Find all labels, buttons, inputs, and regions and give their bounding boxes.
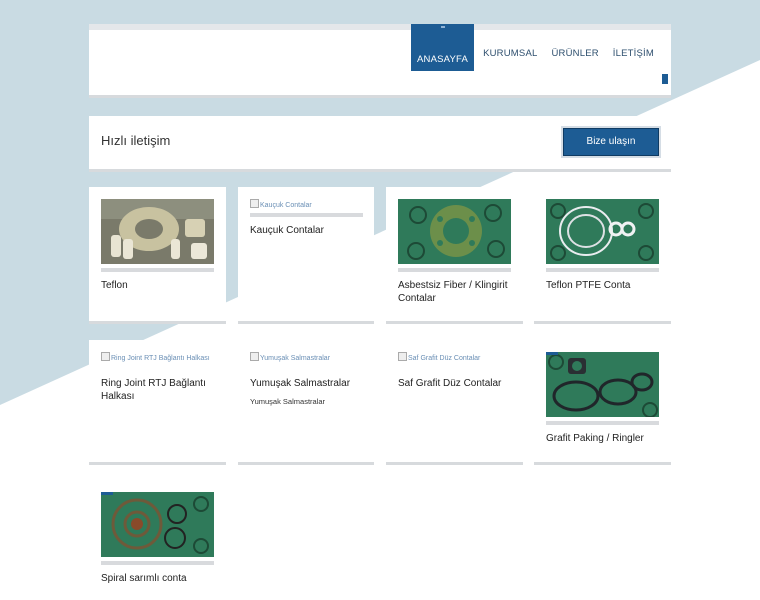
ptfe-gaskets-photo <box>546 199 659 264</box>
graphite-rings-photo <box>546 352 659 417</box>
side-tab-icon[interactable] <box>662 74 668 84</box>
product-subtitle: Yumuşak Salmastralar <box>250 397 326 406</box>
active-caret-icon <box>440 26 445 28</box>
card-divider <box>250 213 363 217</box>
teflon-gaskets-photo <box>101 199 214 264</box>
product-title[interactable]: Teflon PTFE Conta <box>546 279 666 292</box>
card-divider <box>101 268 214 272</box>
product-card[interactable]: Teflon PTFE Conta <box>534 187 671 324</box>
card-divider <box>398 268 511 272</box>
nav-label: İLETİŞİM <box>612 48 654 59</box>
fiber-gaskets-photo <box>398 199 511 264</box>
quick-contact-bar: Hızlı iletişim Bize ulaşın <box>89 116 671 172</box>
main-nav: ANASAYFA KURUMSAL ÜRÜNLER İLETİŞİM <box>411 24 661 71</box>
nav-item-iletisim[interactable]: İLETİŞİM <box>606 30 661 78</box>
product-card[interactable]: Yumuşak Salmastralar Yumuşak Salmastrala… <box>238 340 374 465</box>
product-card[interactable]: Ring Joint RTJ Bağlantı Halkası Ring Joi… <box>89 340 226 465</box>
broken-image-icon: Saf Grafit Düz Contalar <box>398 352 511 362</box>
product-card[interactable]: Kauçuk Contalar Kauçuk Contalar <box>238 187 374 324</box>
broken-image-icon: Ring Joint RTJ Bağlantı Halkası <box>101 352 214 362</box>
product-title[interactable]: Asbestsiz Fiber / Klingirit Contalar <box>398 279 518 305</box>
nav-item-anasayfa[interactable]: ANASAYFA <box>411 24 475 71</box>
product-title[interactable]: Spiral sarımlı conta <box>101 572 221 585</box>
card-divider <box>546 421 659 425</box>
product-card[interactable]: Spiral sarımlı conta <box>89 480 226 600</box>
broken-image-icon: Kauçuk Contalar <box>250 199 363 209</box>
product-card[interactable]: Saf Grafit Düz Contalar Saf Grafit Düz C… <box>386 340 523 465</box>
product-title[interactable]: Saf Grafit Düz Contalar <box>398 377 518 390</box>
product-title[interactable]: Teflon <box>101 279 221 292</box>
broken-image-icon: Yumuşak Salmastralar <box>250 352 363 362</box>
product-title[interactable]: Kauçuk Contalar <box>250 224 370 237</box>
nav-label: KURUMSAL <box>483 48 538 59</box>
product-card[interactable]: Grafit Paking / Ringler <box>534 340 671 465</box>
nav-label: ANASAYFA <box>417 54 469 65</box>
card-divider <box>101 561 214 565</box>
spiral-gaskets-photo <box>101 492 214 557</box>
product-title[interactable]: Yumuşak Salmastralar <box>250 377 370 390</box>
nav-item-kurumsal[interactable]: KURUMSAL <box>476 30 544 78</box>
nav-label: ÜRÜNLER <box>551 48 599 59</box>
quick-contact-title: Hızlı iletişim <box>101 133 171 148</box>
site-header: ANASAYFA KURUMSAL ÜRÜNLER İLETİŞİM <box>89 24 671 98</box>
product-title[interactable]: Grafit Paking / Ringler <box>546 432 666 445</box>
nav-item-urunler[interactable]: ÜRÜNLER <box>544 30 605 78</box>
contact-us-button[interactable]: Bize ulaşın <box>563 128 659 156</box>
card-divider <box>546 268 659 272</box>
product-card[interactable]: Asbestsiz Fiber / Klingirit Contalar <box>386 187 523 324</box>
product-title[interactable]: Ring Joint RTJ Bağlantı Halkası <box>101 377 221 403</box>
product-card[interactable]: Teflon <box>89 187 226 324</box>
